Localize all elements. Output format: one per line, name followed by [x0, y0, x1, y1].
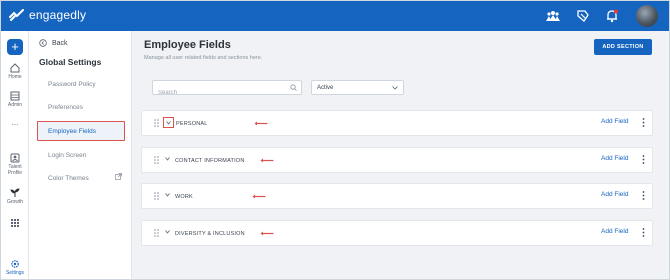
rail-item-settings[interactable]: Settings — [1, 259, 29, 276]
status-select-value: Active — [317, 85, 334, 91]
search-icon — [290, 84, 297, 91]
section-card-diversity-inclusion: DIVERSITY & INCLUSION Add Field — [141, 220, 653, 246]
more-icon: ... — [11, 118, 19, 127]
section-name: CONTACT INFORMATION — [175, 158, 245, 164]
more-options-icon[interactable] — [642, 155, 645, 164]
back-label: Back — [52, 39, 68, 47]
rail-item-growth[interactable]: Growth — [1, 188, 29, 205]
expand-toggle[interactable] — [163, 117, 174, 128]
section-card-contact-information: CONTACT INFORMATION Add Field — [141, 147, 653, 173]
drag-handle-icon[interactable] — [154, 192, 159, 200]
expand-toggle[interactable] — [163, 154, 174, 165]
growth-icon — [10, 188, 20, 197]
sidebar-item-preferences[interactable]: Preferences — [48, 104, 83, 111]
add-field-link[interactable]: Add Field — [601, 155, 628, 162]
drag-handle-icon[interactable] — [154, 119, 159, 127]
rail-item-talent-profile[interactable]: Talent Profile — [1, 153, 29, 176]
rail-item-admin[interactable]: Admin — [1, 91, 29, 108]
teams-icon[interactable] — [546, 9, 560, 23]
bell-icon[interactable] — [605, 9, 619, 23]
add-field-link[interactable]: Add Field — [601, 228, 628, 235]
drag-handle-icon[interactable] — [154, 156, 159, 164]
brand-logo[interactable]: engagedly — [9, 8, 86, 22]
back-arrow-icon — [39, 39, 47, 47]
talent-profile-icon — [10, 153, 20, 163]
admin-icon — [10, 91, 20, 101]
sidebar-item-password-policy[interactable]: Password Policy — [48, 81, 96, 88]
sidebar-title: Global Settings — [39, 57, 102, 67]
external-link-icon[interactable] — [115, 173, 122, 180]
back-link[interactable]: Back — [39, 39, 68, 47]
left-rail: + Home Admin ... Talent Profile Growth S… — [1, 31, 29, 279]
rail-item-home[interactable]: Home — [1, 63, 29, 80]
recognition-icon[interactable] — [576, 9, 590, 23]
section-card-personal: PERSONAL Add Field — [141, 110, 653, 136]
settings-sidebar: Back Global Settings Password Policy Pre… — [29, 31, 132, 279]
chevron-down-icon — [165, 230, 170, 234]
annotation-arrow-icon — [260, 231, 274, 236]
section-name: PERSONAL — [176, 121, 208, 127]
rail-label: Talent Profile — [7, 164, 23, 176]
annotation-arrow-icon — [260, 158, 274, 163]
search-input[interactable] — [153, 86, 283, 100]
sidebar-item-employee-fields[interactable]: Employee Fields — [37, 121, 125, 141]
rail-label: Settings — [5, 270, 25, 276]
status-select[interactable]: Active — [311, 80, 404, 95]
top-bar: engagedly — [1, 1, 669, 31]
add-field-link[interactable]: Add Field — [601, 191, 628, 198]
rail-label: Home — [8, 74, 22, 80]
add-section-button[interactable]: ADD SECTION — [594, 39, 652, 55]
annotation-arrow-icon — [254, 121, 268, 126]
engagedly-logo-icon — [9, 9, 24, 21]
app-window: engagedly + Home Admin ... Talent Profil… — [0, 0, 670, 280]
rail-item-apps[interactable] — [1, 219, 29, 227]
expand-toggle[interactable] — [163, 227, 174, 238]
add-button[interactable]: + — [7, 39, 23, 55]
user-avatar[interactable] — [636, 5, 658, 27]
settings-icon — [11, 260, 19, 268]
search-field — [152, 80, 302, 100]
annotation-arrow-icon — [252, 194, 266, 199]
page-title: Employee Fields — [144, 39, 231, 51]
section-name: DIVERSITY & INCLUSION — [175, 231, 245, 237]
more-options-icon[interactable] — [642, 191, 645, 200]
chevron-down-icon — [392, 86, 398, 90]
add-field-link[interactable]: Add Field — [601, 118, 628, 125]
more-options-icon[interactable] — [642, 228, 645, 237]
chevron-down-icon — [166, 121, 171, 125]
home-icon — [10, 63, 20, 73]
more-options-icon[interactable] — [642, 118, 645, 127]
page-subtitle: Manage all user related fields and secti… — [144, 55, 263, 61]
drag-handle-icon[interactable] — [154, 229, 159, 237]
rail-label: Growth — [6, 199, 24, 205]
rail-label: Admin — [7, 102, 23, 108]
apps-grid-icon — [11, 219, 19, 227]
rail-item-more[interactable]: ... — [1, 118, 29, 127]
section-card-work: WORK Add Field — [141, 183, 653, 209]
section-name: WORK — [175, 194, 193, 200]
brand-name: engagedly — [29, 8, 87, 22]
sidebar-item-color-themes[interactable]: Color Themes — [48, 175, 89, 182]
main-content: Employee Fields Manage all user related … — [132, 31, 669, 279]
chevron-down-icon — [165, 157, 170, 161]
chevron-down-icon — [165, 193, 170, 197]
sidebar-item-login-screen[interactable]: Login Screen — [48, 152, 86, 159]
expand-toggle[interactable] — [163, 190, 174, 201]
